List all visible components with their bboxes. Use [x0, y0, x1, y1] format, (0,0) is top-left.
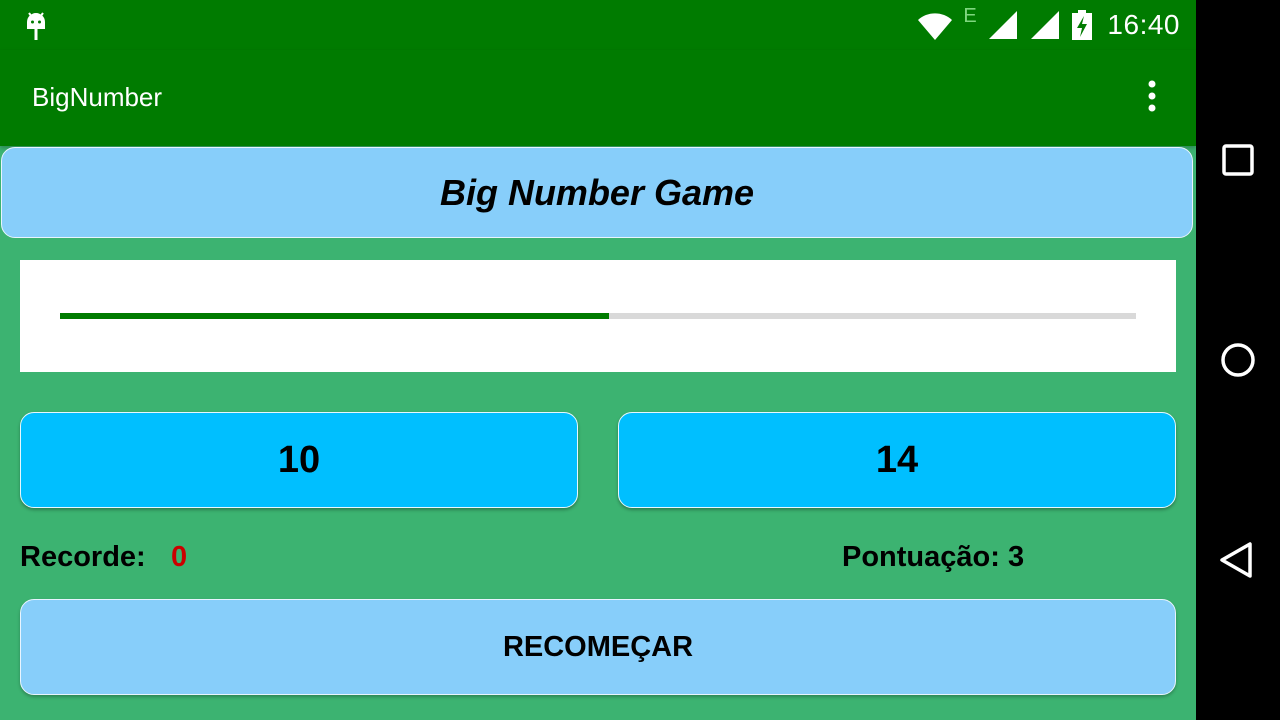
status-bar: E 16:40	[0, 0, 1196, 50]
back-triangle-icon[interactable]	[1214, 536, 1262, 584]
recents-square-icon[interactable]	[1214, 136, 1262, 184]
signal-icon	[987, 10, 1019, 40]
app-title: BigNumber	[32, 82, 163, 112]
score-text: Pontuação: 3	[842, 541, 1025, 573]
network-type-label: E	[963, 5, 977, 27]
android-debug-icon	[24, 10, 48, 42]
record-label: Recorde:	[20, 541, 146, 573]
wifi-icon	[917, 10, 953, 40]
navigation-bar	[1196, 0, 1280, 720]
app-bar: BigNumber	[0, 50, 1196, 146]
record-value: 0	[171, 541, 188, 573]
timer-progress-fill	[60, 313, 609, 319]
home-circle-icon[interactable]	[1214, 336, 1262, 384]
timer-panel	[20, 260, 1176, 372]
timer-progress-track	[60, 313, 1136, 319]
restart-button[interactable]: RECOMEÇAR	[20, 599, 1176, 695]
right-number-button[interactable]: 14	[618, 412, 1176, 508]
app-screen: E 16:40 BigNumber Big Number Game 10 14 …	[0, 0, 1196, 720]
left-number-button[interactable]: 10	[20, 412, 578, 508]
more-vert-icon[interactable]	[1138, 78, 1166, 118]
signal-icon	[1029, 10, 1061, 40]
game-title: Big Number Game	[439, 171, 755, 213]
game-header-card: Big Number Game	[1, 147, 1193, 238]
battery-charging-icon	[1071, 10, 1093, 40]
status-time: 16:40	[1107, 9, 1180, 40]
